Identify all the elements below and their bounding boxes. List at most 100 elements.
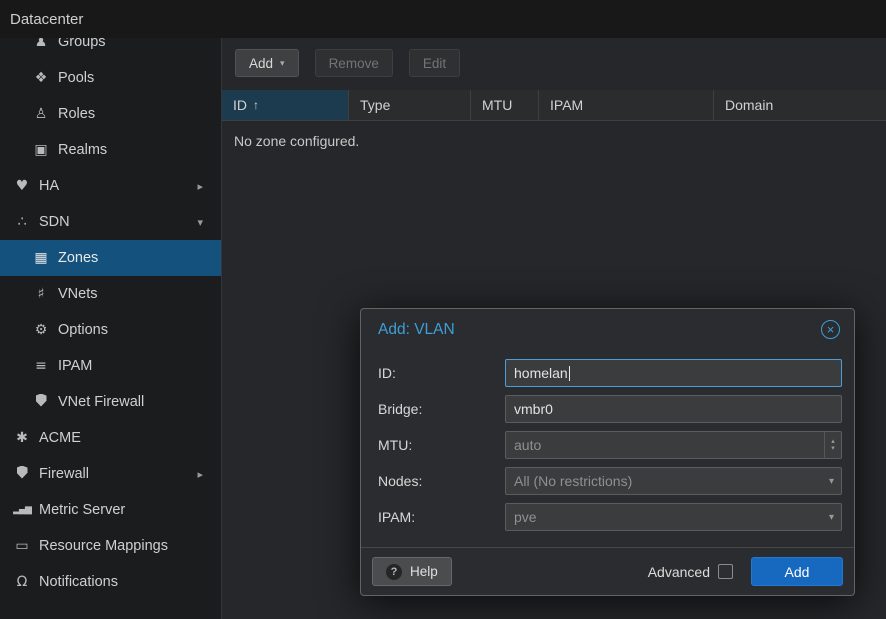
sidebar-item-label: Notifications bbox=[39, 574, 118, 590]
remove-button[interactable]: Remove bbox=[315, 49, 393, 77]
sidebar-item-label: VNet Firewall bbox=[58, 394, 144, 410]
spinner-up-icon[interactable]: ▴ bbox=[831, 438, 835, 445]
user-icon: ♙ bbox=[31, 106, 51, 122]
sidebar-item-groups[interactable]: ♟ Groups bbox=[0, 38, 221, 60]
sidebar-item-label: Groups bbox=[58, 38, 106, 50]
column-label: IPAM bbox=[550, 97, 583, 113]
dialog-header[interactable]: Add: VLAN × bbox=[361, 309, 854, 347]
column-label: ID bbox=[233, 97, 247, 113]
sidebar-item-label: Roles bbox=[58, 106, 95, 122]
shield-icon bbox=[31, 394, 51, 411]
expand-right-icon[interactable]: ▸ bbox=[197, 180, 203, 193]
sidebar-tree: ♟ Groups ❖ Pools ♙ Roles ▣ Realms ♥ HA ▸ bbox=[0, 38, 221, 600]
bridge-value: vmbr0 bbox=[514, 401, 553, 417]
id-label: ID: bbox=[378, 365, 505, 381]
sidebar-item-label: SDN bbox=[39, 214, 70, 230]
sidebar-item-label: HA bbox=[39, 178, 59, 194]
bridge-label: Bridge: bbox=[378, 401, 505, 417]
expand-right-icon[interactable]: ▸ bbox=[197, 468, 203, 481]
sidebar-item-acme[interactable]: ✱ ACME bbox=[0, 420, 221, 456]
id-value: homelan bbox=[514, 365, 568, 381]
column-header-id[interactable]: ID ↑ bbox=[222, 90, 349, 120]
sidebar-item-realms[interactable]: ▣ Realms bbox=[0, 132, 221, 168]
dialog-body: ID: homelan Bridge: vmbr0 MTU: auto ▴ ▾ … bbox=[361, 347, 854, 547]
help-button[interactable]: ? Help bbox=[372, 557, 452, 586]
sidebar-item-vnet-firewall[interactable]: VNet Firewall bbox=[0, 384, 221, 420]
sidebar-item-sdn[interactable]: ∴ SDN ▾ bbox=[0, 204, 221, 240]
form-row-ipam: IPAM: pve ▾ bbox=[378, 503, 842, 531]
spinner-down-icon[interactable]: ▾ bbox=[831, 445, 835, 452]
gear-icon: ⚙ bbox=[31, 322, 51, 338]
sidebar-item-notifications[interactable]: Ω Notifications bbox=[0, 564, 221, 600]
column-header-domain[interactable]: Domain bbox=[714, 90, 886, 120]
text-cursor bbox=[569, 366, 570, 381]
toolbar: Add ▾ Remove Edit bbox=[222, 38, 886, 88]
certificate-icon: ✱ bbox=[12, 430, 32, 446]
form-row-bridge: Bridge: vmbr0 bbox=[378, 395, 842, 423]
address-book-icon: ▣ bbox=[31, 142, 51, 158]
nodes-label: Nodes: bbox=[378, 473, 505, 489]
sidebar-item-options[interactable]: ⚙ Options bbox=[0, 312, 221, 348]
ipam-select[interactable]: pve ▾ bbox=[505, 503, 842, 531]
column-header-ipam[interactable]: IPAM bbox=[539, 90, 714, 120]
bridge-input[interactable]: vmbr0 bbox=[505, 395, 842, 423]
add-button[interactable]: Add ▾ bbox=[235, 49, 299, 77]
sidebar-item-label: Realms bbox=[58, 142, 107, 158]
sidebar-item-metric-server[interactable]: ▂▄▆ Metric Server bbox=[0, 492, 221, 528]
sidebar-item-label: Firewall bbox=[39, 466, 89, 482]
sidebar-item-roles[interactable]: ♙ Roles bbox=[0, 96, 221, 132]
mtu-value: auto bbox=[514, 437, 541, 453]
sidebar-item-label: IPAM bbox=[58, 358, 92, 374]
dialog-title: Add: VLAN bbox=[378, 321, 455, 339]
sidebar-item-resource-mappings[interactable]: ▭ Resource Mappings bbox=[0, 528, 221, 564]
add-submit-button[interactable]: Add bbox=[751, 557, 843, 586]
nodes-select[interactable]: All (No restrictions) ▾ bbox=[505, 467, 842, 495]
sidebar-item-vnets[interactable]: ♯ VNets bbox=[0, 276, 221, 312]
id-input[interactable]: homelan bbox=[505, 359, 842, 387]
sort-asc-icon: ↑ bbox=[253, 98, 259, 112]
form-row-id: ID: homelan bbox=[378, 359, 842, 387]
bell-icon: Ω bbox=[12, 574, 32, 590]
column-label: Type bbox=[360, 97, 390, 113]
ipam-value: pve bbox=[514, 509, 537, 525]
top-bar: Datacenter bbox=[0, 0, 886, 38]
grid-icon: ▦ bbox=[31, 250, 51, 266]
collapse-down-icon[interactable]: ▾ bbox=[197, 216, 203, 229]
edit-button[interactable]: Edit bbox=[409, 49, 460, 77]
help-button-label: Help bbox=[410, 564, 438, 579]
sidebar-item-firewall[interactable]: Firewall ▸ bbox=[0, 456, 221, 492]
page-title: Datacenter bbox=[10, 11, 83, 28]
empty-message: No zone configured. bbox=[222, 121, 886, 161]
mtu-input[interactable]: auto ▴ ▾ bbox=[505, 431, 842, 459]
question-icon: ? bbox=[386, 564, 402, 580]
sidebar: ♟ Groups ❖ Pools ♙ Roles ▣ Realms ♥ HA ▸ bbox=[0, 38, 222, 619]
users-icon: ♟ bbox=[31, 38, 51, 50]
sidebar-item-label: Zones bbox=[58, 250, 98, 266]
sidebar-item-zones[interactable]: ▦ Zones bbox=[0, 240, 221, 276]
sidebar-item-ipam[interactable]: ≡ IPAM bbox=[0, 348, 221, 384]
dialog-footer: ? Help Advanced Add bbox=[361, 547, 854, 595]
spinner-buttons[interactable]: ▴ ▾ bbox=[824, 432, 841, 458]
column-header-mtu[interactable]: MTU bbox=[471, 90, 539, 120]
column-label: Domain bbox=[725, 97, 773, 113]
tags-icon: ❖ bbox=[31, 70, 51, 86]
sidebar-item-label: VNets bbox=[58, 286, 98, 302]
advanced-checkbox[interactable] bbox=[718, 564, 733, 579]
chevron-down-icon: ▾ bbox=[280, 58, 285, 69]
sidebar-item-pools[interactable]: ❖ Pools bbox=[0, 60, 221, 96]
nodes-value: All (No restrictions) bbox=[514, 473, 632, 489]
mtu-label: MTU: bbox=[378, 437, 505, 453]
sidebar-item-ha[interactable]: ♥ HA ▸ bbox=[0, 168, 221, 204]
sidebar-item-label: Metric Server bbox=[39, 502, 125, 518]
table-header: ID ↑ Type MTU IPAM Domain bbox=[222, 90, 886, 121]
sitemap-icon: ≡ bbox=[31, 358, 51, 374]
column-label: MTU bbox=[482, 97, 512, 113]
sidebar-item-label: Pools bbox=[58, 70, 94, 86]
add-button-label: Add bbox=[249, 56, 273, 71]
sidebar-item-label: ACME bbox=[39, 430, 81, 446]
column-header-type[interactable]: Type bbox=[349, 90, 471, 120]
close-icon[interactable]: × bbox=[821, 320, 840, 339]
share-nodes-icon: ∴ bbox=[12, 214, 32, 230]
footer-actions: Advanced Add bbox=[648, 557, 843, 586]
edit-button-label: Edit bbox=[423, 56, 446, 71]
